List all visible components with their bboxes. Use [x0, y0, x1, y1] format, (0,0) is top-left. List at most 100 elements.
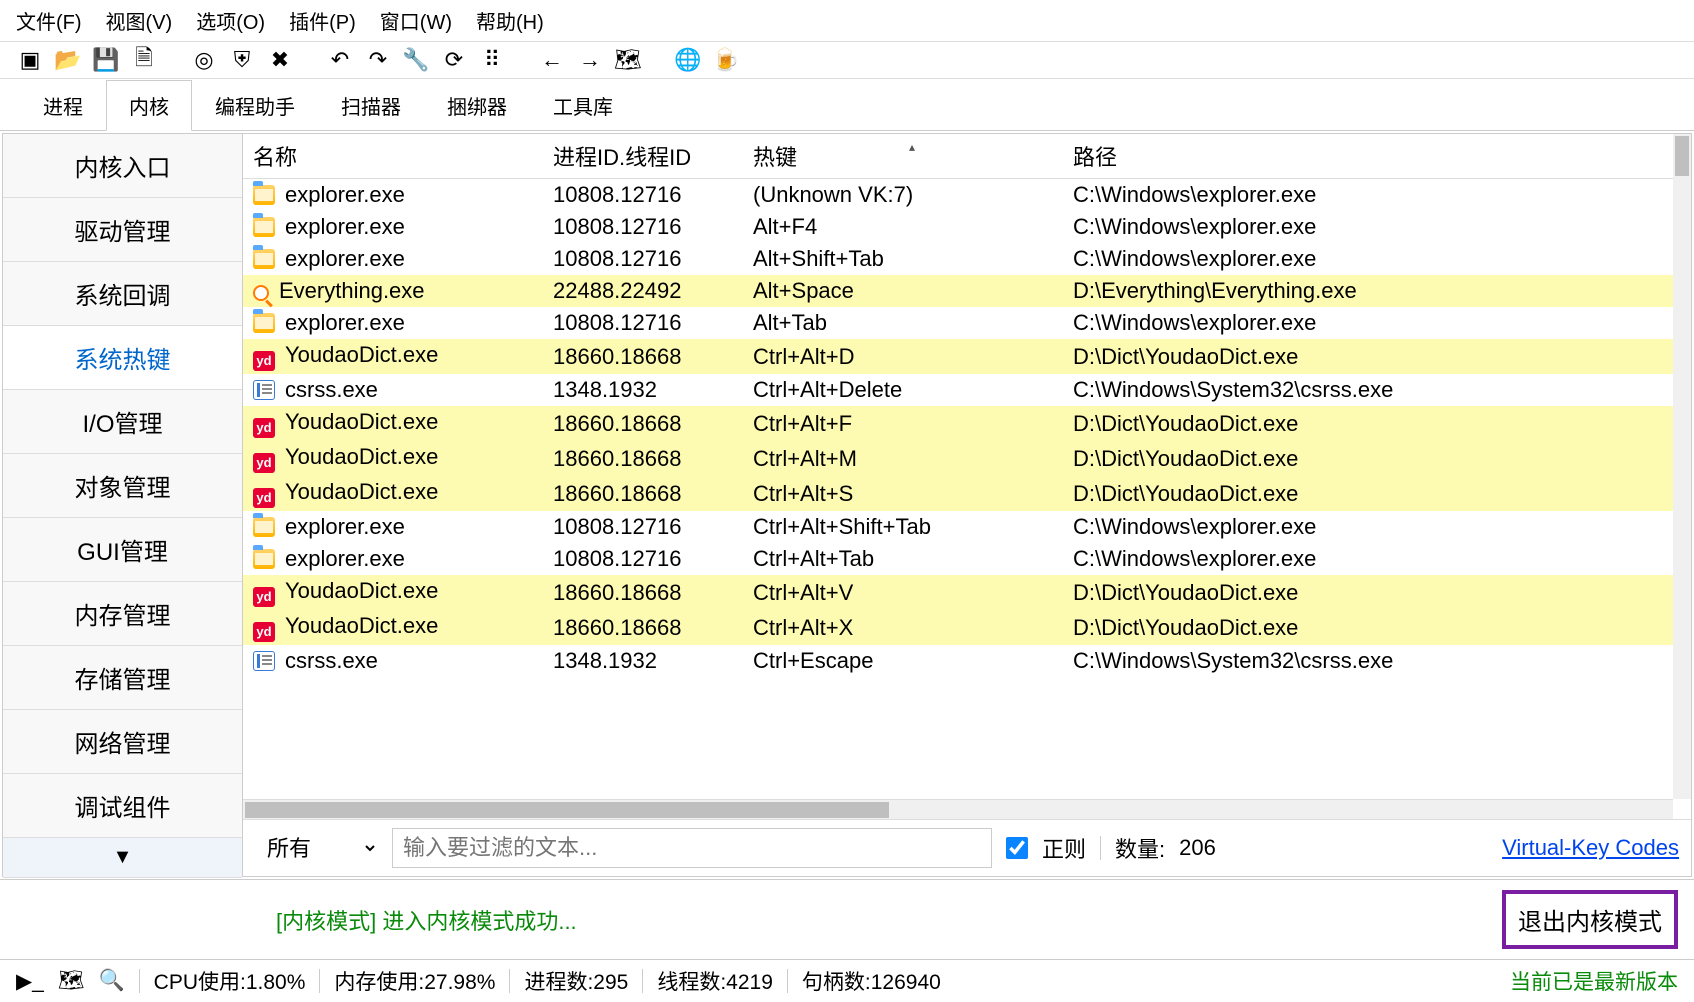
table-row[interactable]: Everything.exe22488.22492Alt+SpaceD:\Eve…: [243, 275, 1691, 307]
table-row[interactable]: explorer.exe10808.12716Alt+Shift+TabC:\W…: [243, 243, 1691, 275]
cell-path: C:\Windows\explorer.exe: [1063, 543, 1691, 575]
tab-bundler[interactable]: 捆绑器: [424, 80, 530, 131]
toolbar-icon-1[interactable]: ▣: [16, 46, 44, 74]
table-row[interactable]: explorer.exe10808.12716Ctrl+Alt+TabC:\Wi…: [243, 543, 1691, 575]
virtual-key-codes-link[interactable]: Virtual-Key Codes: [1502, 835, 1679, 861]
arrow-left-icon[interactable]: ←: [538, 46, 566, 74]
cell-path: D:\Dict\YoudaoDict.exe: [1063, 441, 1691, 476]
menubar: 文件(F) 视图(V) 选项(O) 插件(P) 窗口(W) 帮助(H): [0, 0, 1694, 42]
tab-tools[interactable]: 工具库: [530, 80, 636, 131]
table-row[interactable]: ydYoudaoDict.exe18660.18668Ctrl+Alt+SD:\…: [243, 476, 1691, 511]
beer-icon[interactable]: 🍺: [712, 46, 740, 74]
table-row[interactable]: ydYoudaoDict.exe18660.18668Ctrl+Alt+XD:\…: [243, 610, 1691, 645]
col-name[interactable]: 名称: [243, 134, 543, 179]
cell-hotkey: Ctrl+Alt+F: [743, 406, 1063, 441]
globe-icon[interactable]: 🌐: [674, 46, 702, 74]
cell-name: ydYoudaoDict.exe: [243, 441, 543, 476]
cell-name: ydYoudaoDict.exe: [243, 610, 543, 645]
terminal-icon[interactable]: ▶_: [16, 969, 44, 994]
hotkey-table: 名称 进程ID.线程ID 热键 路径 explorer.exe10808.127…: [243, 134, 1691, 677]
grid-icon[interactable]: ⠿: [478, 46, 506, 74]
exit-kernel-mode-button[interactable]: 退出内核模式: [1502, 890, 1678, 949]
sidebar-memory-mgmt[interactable]: 内存管理: [3, 582, 242, 646]
menu-view[interactable]: 视图(V): [106, 6, 173, 35]
bottom-bar: ▶_ 🗺 🔍 CPU使用:1.80% 内存使用:27.98% 进程数:295 线…: [0, 959, 1694, 1002]
menu-plugins[interactable]: 插件(P): [289, 6, 356, 35]
sidebar-kernel-entry[interactable]: 内核入口: [3, 134, 242, 198]
cell-path: C:\Windows\explorer.exe: [1063, 511, 1691, 543]
cell-name: explorer.exe: [243, 179, 543, 212]
wrench-icon[interactable]: 🔧: [402, 46, 430, 74]
sidebar-expand-toggle[interactable]: ▼: [3, 838, 242, 878]
count-value: 206: [1179, 835, 1216, 861]
cell-pid: 18660.18668: [543, 339, 743, 374]
cell-pid: 22488.22492: [543, 275, 743, 307]
sidebar-system-hotkey[interactable]: 系统热键: [3, 326, 242, 390]
save-icon[interactable]: 💾: [92, 46, 120, 74]
filter-scope-select[interactable]: 所有: [255, 831, 378, 866]
map-icon[interactable]: 🗺: [614, 46, 642, 74]
table-row[interactable]: csrss.exe1348.1932Ctrl+Alt+DeleteC:\Wind…: [243, 374, 1691, 406]
sidebar-object-mgmt[interactable]: 对象管理: [3, 454, 242, 518]
sidebar-network-mgmt[interactable]: 网络管理: [3, 710, 242, 774]
sidebar-debug-component[interactable]: 调试组件: [3, 774, 242, 838]
table-row[interactable]: csrss.exe1348.1932Ctrl+EscapeC:\Windows\…: [243, 645, 1691, 677]
redo-icon[interactable]: ↷: [364, 46, 392, 74]
regex-checkbox[interactable]: [1006, 837, 1028, 859]
menu-options[interactable]: 选项(O): [196, 6, 265, 35]
cell-hotkey: Alt+Space: [743, 275, 1063, 307]
sidebar-io-mgmt[interactable]: I/O管理: [3, 390, 242, 454]
sidebar-system-callback[interactable]: 系统回调: [3, 262, 242, 326]
undo-icon[interactable]: ↶: [326, 46, 354, 74]
document-icon[interactable]: 🗎: [130, 46, 158, 74]
arrow-right-icon[interactable]: →: [576, 46, 604, 74]
target-icon[interactable]: ◎: [190, 46, 218, 74]
filter-bar: 所有 正则 数量: 206 Virtual-Key Codes: [243, 819, 1691, 876]
cell-hotkey: Alt+Tab: [743, 307, 1063, 339]
cell-hotkey: Ctrl+Alt+X: [743, 610, 1063, 645]
table-row[interactable]: ydYoudaoDict.exe18660.18668Ctrl+Alt+FD:\…: [243, 406, 1691, 441]
vertical-scrollbar[interactable]: [1673, 134, 1691, 799]
table-row[interactable]: explorer.exe10808.12716(Unknown VK:7)C:\…: [243, 179, 1691, 212]
map-small-icon[interactable]: 🗺: [58, 969, 85, 993]
sidebar-gui-mgmt[interactable]: GUI管理: [3, 518, 242, 582]
main-tabs: 进程 内核 编程助手 扫描器 捆绑器 工具库: [0, 79, 1694, 131]
cell-hotkey: Ctrl+Alt+M: [743, 441, 1063, 476]
close-x-icon[interactable]: ✖: [266, 46, 294, 74]
horizontal-scrollbar[interactable]: [243, 799, 1673, 819]
menu-window[interactable]: 窗口(W): [380, 6, 452, 35]
cell-path: D:\Dict\YoudaoDict.exe: [1063, 406, 1691, 441]
tab-process[interactable]: 进程: [20, 80, 106, 131]
filter-text-input[interactable]: [392, 828, 992, 868]
cell-pid: 1348.1932: [543, 374, 743, 406]
shield-icon[interactable]: ⛨: [228, 46, 256, 74]
table-row[interactable]: explorer.exe10808.12716Alt+F4C:\Windows\…: [243, 211, 1691, 243]
table-row[interactable]: ydYoudaoDict.exe18660.18668Ctrl+Alt+MD:\…: [243, 441, 1691, 476]
sidebar-driver-mgmt[interactable]: 驱动管理: [3, 198, 242, 262]
cell-name: csrss.exe: [243, 645, 543, 677]
kernel-sidebar: 内核入口 驱动管理 系统回调 系统热键 I/O管理 对象管理 GUI管理 内存管…: [3, 134, 243, 876]
table-row[interactable]: ydYoudaoDict.exe18660.18668Ctrl+Alt+VD:\…: [243, 575, 1691, 610]
cell-name: explorer.exe: [243, 543, 543, 575]
table-row[interactable]: ydYoudaoDict.exe18660.18668Ctrl+Alt+DD:\…: [243, 339, 1691, 374]
cell-hotkey: Ctrl+Alt+D: [743, 339, 1063, 374]
tab-scanner[interactable]: 扫描器: [318, 80, 424, 131]
table-row[interactable]: explorer.exe10808.12716Alt+TabC:\Windows…: [243, 307, 1691, 339]
cell-name: ydYoudaoDict.exe: [243, 339, 543, 374]
tab-coding-helper[interactable]: 编程助手: [192, 80, 318, 131]
search-icon[interactable]: 🔍: [99, 969, 125, 993]
refresh-icon[interactable]: ⟳: [440, 46, 468, 74]
col-pid-tid[interactable]: 进程ID.线程ID: [543, 134, 743, 179]
sidebar-storage-mgmt[interactable]: 存储管理: [3, 646, 242, 710]
cell-hotkey: (Unknown VK:7): [743, 179, 1063, 212]
tab-kernel[interactable]: 内核: [106, 80, 192, 131]
cell-path: D:\Dict\YoudaoDict.exe: [1063, 610, 1691, 645]
main-area: 内核入口 驱动管理 系统回调 系统热键 I/O管理 对象管理 GUI管理 内存管…: [2, 133, 1692, 877]
col-hotkey[interactable]: 热键: [743, 134, 1063, 179]
table-row[interactable]: explorer.exe10808.12716Ctrl+Alt+Shift+Ta…: [243, 511, 1691, 543]
menu-file[interactable]: 文件(F): [16, 6, 82, 35]
menu-help[interactable]: 帮助(H): [476, 6, 544, 35]
col-path[interactable]: 路径: [1063, 134, 1691, 179]
cell-pid: 1348.1932: [543, 645, 743, 677]
open-icon[interactable]: 📂: [54, 46, 82, 74]
